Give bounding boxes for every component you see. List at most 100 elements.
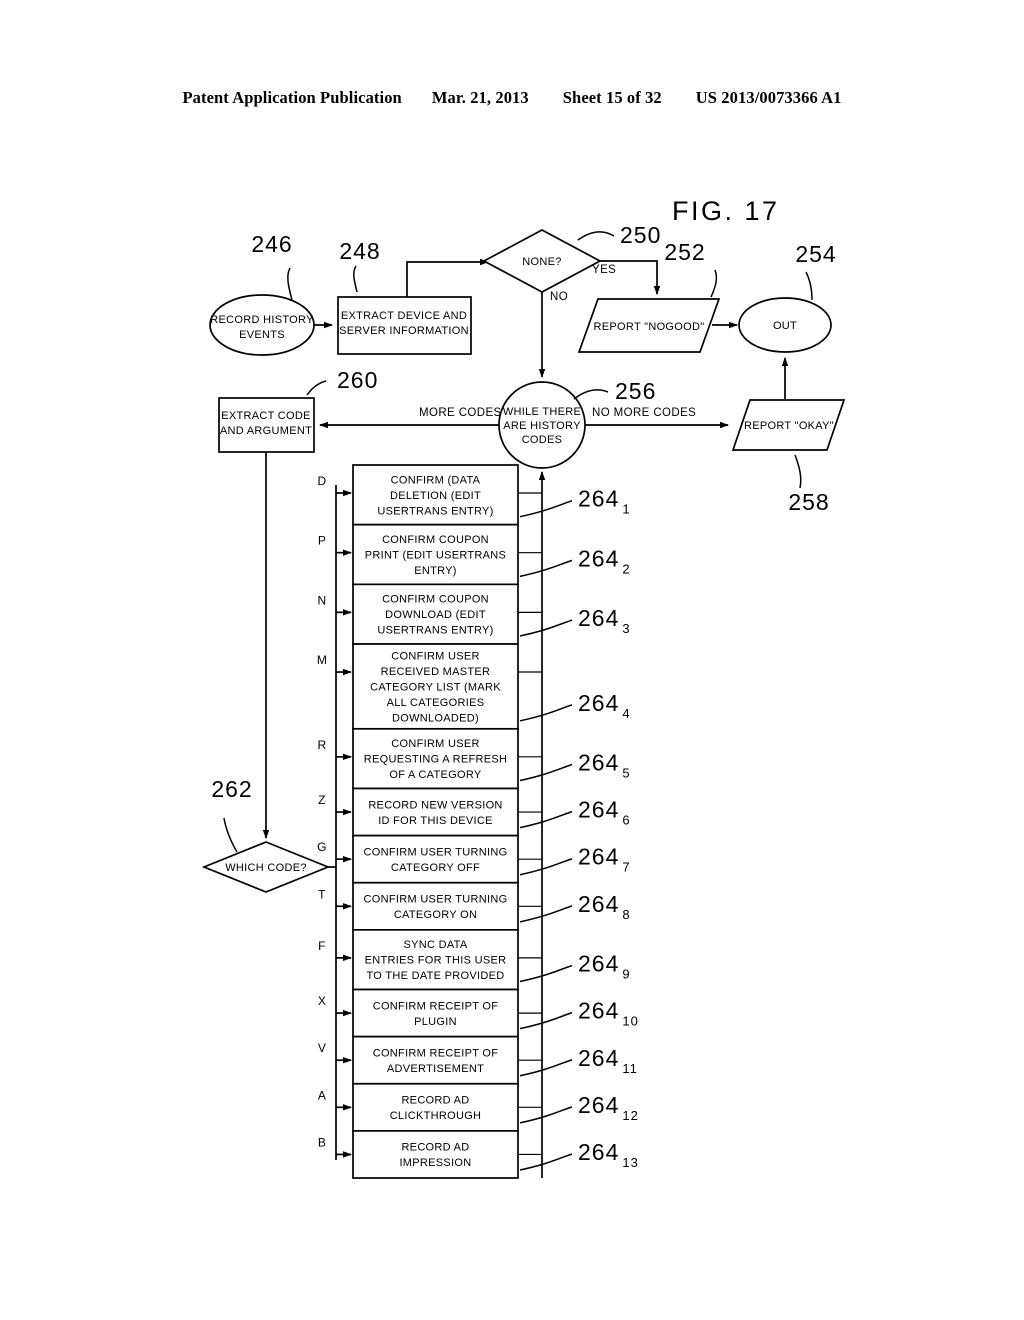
while-loop-label-line2: ARE HISTORY	[503, 420, 581, 432]
action-box-label-line: DOWNLOAD (EDIT	[385, 609, 486, 621]
action-box-reference-number: 264 2	[578, 545, 631, 576]
action-box-label-line: IMPRESSION	[399, 1157, 471, 1169]
extract-info-label-line1: EXTRACT DEVICE AND	[341, 310, 467, 322]
ref-246: 246	[251, 231, 292, 257]
action-box: CONFIRM COUPON PRINT (EDIT USERTRANS ENTRY…	[318, 523, 631, 586]
action-box-label-line: ID FOR THIS DEVICE	[378, 815, 493, 827]
action-box-label-line: CONFIRM RECEIPT OF	[373, 1047, 499, 1059]
action-box: CONFIRM USER REQUESTING A REFRESH OF A CAT…	[318, 727, 631, 790]
action-box-reference-number: 264 8	[578, 891, 631, 922]
reference-leader-line	[519, 1106, 573, 1124]
action-box: RECORD NEW VERSION ID FOR THIS DEVICE Z 264…	[318, 787, 630, 837]
action-code-letter: Z	[318, 793, 326, 807]
action-box-label-line: ENTRY)	[414, 565, 457, 577]
extract-code-label-line2: AND ARGUMENT	[220, 425, 312, 437]
ref-250: 250	[620, 222, 661, 248]
action-code-letter: R	[318, 738, 327, 752]
action-box-rect	[352, 1035, 519, 1085]
reference-leader-line	[519, 1059, 573, 1077]
action-code-letter: N	[318, 593, 327, 607]
action-box: SYNC DATA ENTRIES FOR THIS USER TO THE DAT…	[318, 929, 631, 991]
action-code-letter: A	[318, 1088, 326, 1102]
action-box-label-line: DELETION (EDIT	[390, 490, 481, 502]
action-box-reference-number: 264 11	[578, 1045, 638, 1076]
ref-262: 262	[211, 776, 252, 802]
action-box: CONFIRM USER TURNING CATEGORY OFF G 264 7	[317, 834, 631, 884]
action-code-letter: D	[318, 474, 327, 488]
action-box-rect	[352, 881, 519, 931]
action-box-rect	[352, 787, 519, 837]
action-box-label-line: CONFIRM USER TURNING	[364, 846, 508, 858]
extract-info-label-line2: SERVER INFORMATION	[339, 325, 469, 337]
reference-leader-line	[519, 619, 573, 637]
action-box-label-line: TO THE DATE PROVIDED	[366, 970, 504, 982]
while-loop-label-line1: WHILE THERE	[503, 406, 581, 418]
action-box-reference-number: 264 7	[578, 844, 631, 875]
action-box: CONFIRM COUPON DOWNLOAD (EDIT USERTRANS EN…	[318, 583, 631, 645]
action-box-label-line: PLUGIN	[414, 1016, 457, 1028]
reference-leader-line	[519, 499, 573, 518]
action-box: RECORD AD CLICKTHROUGH A 264 12	[318, 1082, 639, 1132]
action-box-label-line: CONFIRM (DATA	[391, 474, 481, 486]
action-box-label-line: CATEGORY LIST (MARK	[370, 681, 501, 693]
action-box-reference-number: 264 9	[578, 951, 631, 982]
edge-label-no: NO	[550, 291, 568, 303]
action-box: CONFIRM USER RECEIVED MASTER CATEGORY LIST…	[317, 643, 631, 730]
reference-leader-line	[519, 964, 573, 983]
ref-252: 252	[664, 239, 705, 265]
ref-254: 254	[795, 241, 836, 267]
action-box-label-line: OF A CATEGORY	[389, 769, 481, 781]
action-box-label-line: RECEIVED MASTER	[381, 666, 491, 678]
action-box-label-line: CLICKTHROUGH	[390, 1110, 482, 1122]
start-node-label-line1: RECORD HISTORY	[210, 314, 314, 326]
reference-leader-line	[519, 810, 573, 829]
action-box-label-line: DOWNLOADED)	[392, 712, 479, 724]
which-code-label: WHICH CODE?	[225, 862, 307, 874]
reference-leader-line	[519, 559, 573, 578]
reference-leader-line	[519, 1153, 573, 1171]
action-box-label-line: USERTRANS ENTRY)	[377, 625, 493, 637]
ref-258: 258	[788, 489, 829, 515]
action-code-letter: G	[317, 840, 327, 854]
action-box-label-line: CONFIRM USER TURNING	[364, 894, 508, 906]
action-box-reference-number: 264 4	[578, 690, 631, 721]
report-nogood-label: REPORT "NOGOOD"	[594, 321, 705, 333]
action-box-label-line: RECORD AD	[401, 1095, 469, 1107]
ref-256: 256	[615, 378, 656, 404]
figure-title: FIG. 17	[672, 196, 780, 226]
action-code-letter: X	[318, 994, 326, 1008]
edge-label-no-more-codes: NO MORE CODES	[592, 407, 696, 419]
action-box-reference-number: 264 1	[578, 486, 631, 517]
action-box-reference-number: 264 12	[578, 1092, 639, 1123]
report-okay-label: REPORT "OKAY"	[744, 420, 834, 432]
action-code-letter: P	[318, 534, 326, 548]
action-box-reference-number: 264 10	[578, 998, 639, 1029]
action-box-reference-number: 264 13	[578, 1139, 639, 1170]
action-box-label-line: CONFIRM COUPON	[382, 534, 489, 546]
action-code-letter: B	[318, 1135, 326, 1149]
action-code-letter: V	[318, 1041, 326, 1055]
action-code-letter: T	[318, 887, 326, 901]
reference-leader-line	[519, 858, 573, 876]
action-box-label-line: ALL CATEGORIES	[387, 697, 485, 709]
action-box: CONFIRM (DATA DELETION (EDIT USERTRANS ENT…	[318, 464, 631, 526]
reference-leader-line	[519, 763, 573, 782]
ref-248: 248	[339, 238, 380, 264]
action-box-reference-number: 264 5	[578, 750, 631, 781]
action-box-rect	[352, 1082, 519, 1132]
action-code-letter: F	[318, 939, 326, 953]
action-code-letter: M	[317, 653, 327, 667]
action-box-label-line: USERTRANS ENTRY)	[377, 505, 493, 517]
out-node-label: OUT	[773, 320, 797, 332]
while-loop-label-line3: CODES	[522, 434, 563, 446]
action-box-reference-number: 264 3	[578, 605, 631, 636]
action-box-label-line: CONFIRM USER	[391, 650, 480, 662]
action-box: RECORD AD IMPRESSION B 264 13	[318, 1130, 639, 1179]
action-box-stack: CONFIRM (DATA DELETION (EDIT USERTRANS ENT…	[317, 464, 639, 1179]
action-box-label-line: CONFIRM COUPON	[382, 594, 489, 606]
action-box-label-line: ENTRIES FOR THIS USER	[365, 955, 507, 967]
action-box: CONFIRM RECEIPT OF PLUGIN X 264 10	[318, 988, 639, 1038]
patent-sheet: Patent Application Publication Mar. 21, …	[0, 0, 1024, 1320]
edge-label-more-codes: MORE CODES	[419, 407, 502, 419]
action-box-label-line: RECORD NEW VERSION	[368, 799, 502, 811]
